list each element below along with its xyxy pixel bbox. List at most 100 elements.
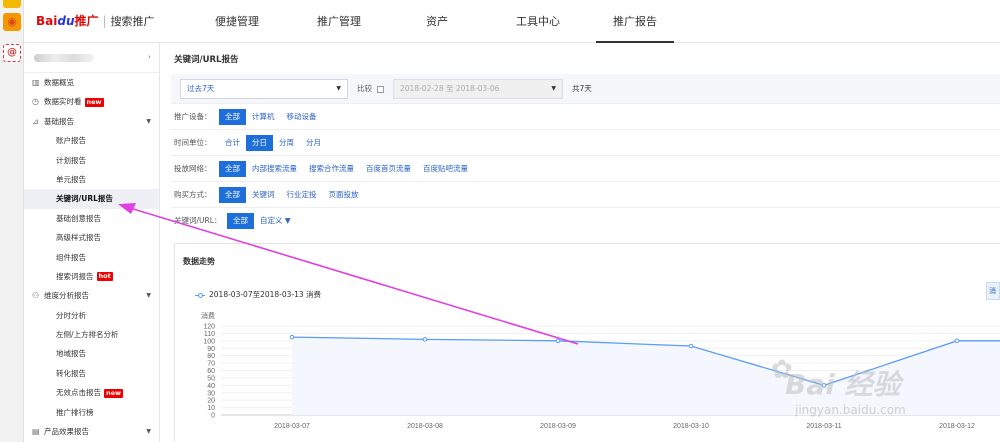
filter-option[interactable]: 合计 [219,135,246,151]
sidebar-item[interactable]: 基础创意报告 [24,209,159,228]
weibo-icon[interactable]: ◉ [3,13,21,31]
sidebar-item[interactable]: 分时分析 [24,306,159,325]
menu-icon: ◷ [32,97,39,107]
account-switcher[interactable]: › [24,43,159,73]
menu-icon: ⊿ [32,116,39,126]
filter-label: 购买方式： [174,190,212,199]
sidebar-item[interactable]: ▥ 数据概览 [24,73,159,92]
filter-row: 购买方式： 全部 关键词 行业定投 页面投放 [171,182,1000,208]
sidebar-item[interactable]: 计划报告 [24,151,159,170]
data-point[interactable] [688,343,694,349]
y-tick-label: 10 [207,405,215,412]
data-point[interactable] [954,338,960,344]
filter-row: 关键词/URL： 全部 自定义 ▼ [171,208,1000,234]
y-tick-label: 0 [211,413,215,420]
filter-option[interactable]: 分月 [300,135,327,151]
status-badge: hot [96,272,113,282]
filter-option[interactable]: 移动设备 [281,109,323,125]
y-tick-label: 110 [204,331,215,338]
filter-option[interactable]: 行业定投 [281,187,323,203]
sidebar-item[interactable]: 组件报告 [24,248,159,267]
logo-subtitle: 搜索推广 [110,15,155,28]
filter-option[interactable]: 全部 [219,161,246,177]
sidebar-item[interactable]: 推广排行榜 [24,403,159,422]
y-tick-label: 50 [207,375,215,382]
menu-icon: ▥ [32,78,40,87]
y-tick-label: 70 [207,361,215,368]
filter-row: 时间单位： 合计 分日 分周 分月 [171,130,1000,156]
sidebar-item-label: 关键词/URL报告 [56,194,113,204]
data-point[interactable] [289,334,295,340]
filter-option[interactable]: 关键词 [246,187,281,203]
y-axis-label: 消费 [201,311,215,320]
filter-option[interactable]: 计算机 [246,109,281,125]
y-tick-label: 30 [207,390,215,397]
status-badge: new [104,388,124,398]
data-point[interactable] [555,338,561,344]
filter-label: 推广设备： [174,112,212,121]
x-tick-label: 2018-03-08 [407,423,443,430]
filter-option[interactable]: 全部 [227,213,254,229]
logo-bai: Bai [36,14,58,28]
filter-option[interactable]: 全部 [219,109,246,125]
chevron-down-icon: ▼ [146,117,151,125]
nav-item-1[interactable]: 推广管理 [284,0,394,43]
sidebar-item[interactable]: ⊿ 基础报告 ▼ [24,112,159,131]
sidebar-item[interactable]: 关键词/URL报告 [24,189,159,209]
data-point[interactable] [821,383,827,388]
app-icon[interactable] [3,0,21,8]
baidu-logo[interactable]: Baidu推广 | 搜索推广 [36,12,155,30]
filter-option[interactable]: 分日 [246,135,273,151]
sidebar-item[interactable]: 搜索词报告 hot [24,267,159,286]
page-title: 关键词/URL报告 [174,55,239,65]
nav-item-3[interactable]: 工具中心 [480,0,596,43]
x-tick-label: 2018-03-12 [939,423,975,430]
sidebar-item[interactable]: 转化报告 [24,364,159,383]
sidebar-item[interactable]: ◷ 数据实时看 new [24,92,159,111]
sidebar-item[interactable]: 单元报告 [24,170,159,189]
compare-toggle[interactable]: 比较 [357,74,385,104]
sidebar-item[interactable]: ▤ 产品效果报告 ▼ [24,422,159,441]
date-range-select[interactable]: 过去7天 ▼ [180,79,348,99]
filter-option[interactable]: 分周 [273,135,300,151]
app-root: ◉ @ Baidu推广 | 搜索推广 便捷管理 推广管理 资产 工具中心 推广报告 › ▥ 数… [0,0,1000,442]
sidebar-item[interactable]: ⚇ 维度分析报告 ▼ [24,286,159,305]
sidebar-item[interactable]: 无效点击报告 new [24,383,159,402]
sidebar-item-label: 单元报告 [56,174,86,184]
filter-option[interactable]: 百度贴吧流量 [417,161,474,177]
filter-label: 时间单位： [174,138,212,147]
data-point[interactable] [422,337,428,342]
sidebar-item[interactable]: 账户报告 [24,131,159,150]
sidebar: › ▥ 数据概览 ◷ 数据实时看 new ⊿ 基础报告 ▼ 账户报告计划报告单元报告关键词/UR… [24,43,160,442]
top-header: Baidu推广 | 搜索推广 便捷管理 推广管理 资产 工具中心 推广报告 [24,0,1000,43]
filter-option[interactable]: 页面投放 [323,187,365,203]
nav-item-4[interactable]: 推广报告 [596,0,674,43]
app-strip: ◉ @ [0,0,24,442]
filter-label: 投放网络： [174,164,212,173]
filter-option[interactable]: 搜索合作流量 [303,161,360,177]
main-content: 关键词/URL报告 过去7天 ▼ 比较 2018-02-28 至 2018-03… [161,43,1000,442]
filter-option[interactable]: 内部搜索流量 [246,161,303,177]
date-range-value: 过去7天 [187,84,215,93]
y-tick-label: 20 [207,398,215,405]
chevron-down-icon: ▼ [146,428,151,436]
dropdown-arrow-icon: ▼ [551,85,556,92]
nav-item-0[interactable]: 便捷管理 [190,0,284,43]
filter-row: 推广设备： 全部 计算机 移动设备 [171,104,1000,130]
sidebar-item[interactable]: 地域报告 [24,344,159,363]
sidebar-item-label: 转化报告 [56,368,86,378]
y-tick-label: 80 [207,353,215,360]
filter-option[interactable]: 百度首页流量 [360,161,417,177]
nav-item-2[interactable]: 资产 [394,0,480,43]
sidebar-item[interactable]: 左侧/上方排名分析 [24,325,159,344]
sidebar-item[interactable]: 高级样式报告 [24,228,159,247]
compare-checkbox[interactable] [377,85,385,93]
sidebar-item-label: 高级样式报告 [56,233,101,243]
filter-option[interactable]: 全部 [219,187,246,203]
sidebar-item-label: 产品效果报告 [44,427,89,437]
sidebar-item-label: 计划报告 [56,155,86,165]
filter-option[interactable]: 自定义 ▼ [254,213,297,229]
menu-icon: ⚇ [32,291,40,301]
y-tick-label: 90 [207,346,215,353]
at-icon[interactable]: @ [3,44,21,62]
